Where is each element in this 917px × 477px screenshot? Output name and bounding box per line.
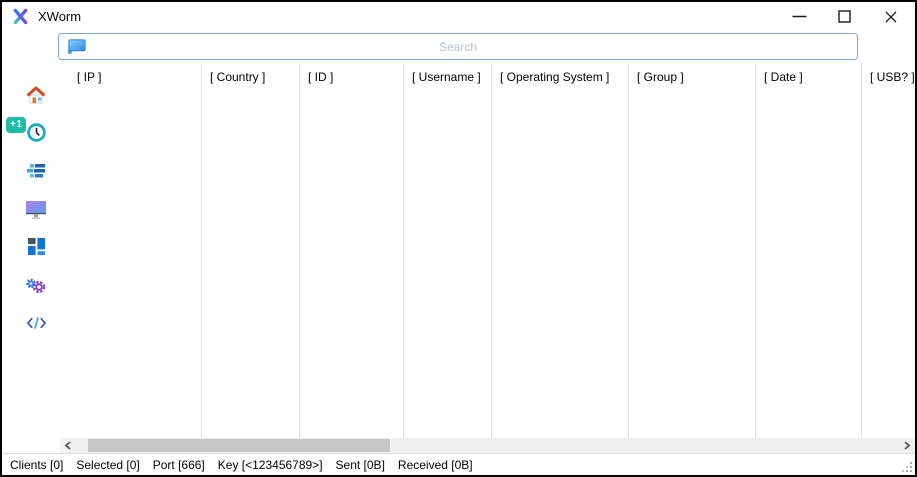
minimize-button[interactable]	[777, 2, 822, 31]
chevron-left-icon	[64, 441, 72, 450]
sidebar-item-tasks[interactable]	[24, 160, 48, 181]
sidebar-item-home[interactable]	[24, 84, 48, 105]
close-button[interactable]	[867, 2, 915, 31]
sidebar-item-recent[interactable]: +1	[24, 122, 48, 143]
search-box	[58, 33, 858, 60]
scroll-left-button[interactable]	[60, 438, 76, 453]
column-header-os[interactable]: [ Operating System ]	[492, 70, 628, 84]
scrollbar-track[interactable]	[76, 438, 899, 453]
column-header-username[interactable]: [ Username ]	[404, 70, 491, 84]
search-input[interactable]	[59, 34, 857, 59]
search-row	[2, 31, 915, 62]
horizontal-scrollbar[interactable]	[60, 438, 915, 453]
column-os: [ Operating System ]	[492, 62, 629, 438]
status-sent: Sent [0B]	[336, 458, 385, 472]
sidebar-item-code[interactable]	[24, 312, 48, 333]
maximize-button[interactable]	[822, 2, 867, 31]
gears-icon	[25, 275, 47, 295]
clock-icon	[26, 122, 47, 143]
client-table: [ IP ][ Country ][ ID ][ Username ][ Ope…	[60, 62, 915, 453]
close-icon	[884, 10, 898, 24]
notification-badge: +1	[6, 117, 26, 133]
column-group: [ Group ]	[629, 62, 756, 438]
status-clients: Clients [0]	[10, 458, 63, 472]
statusbar: Clients [0] Selected [0] Port [666] Key [<1…	[2, 453, 915, 475]
code-icon	[26, 316, 47, 330]
column-header-group[interactable]: [ Group ]	[629, 70, 755, 84]
column-header-country[interactable]: [ Country ]	[202, 70, 299, 84]
sidebar-item-plugins[interactable]	[24, 274, 48, 295]
home-icon	[25, 85, 47, 105]
window-controls	[777, 2, 915, 31]
sidebar: +1	[2, 62, 60, 453]
resize-grip[interactable]	[900, 460, 913, 473]
tasks-list-icon	[26, 164, 46, 178]
status-port: Port [666]	[153, 458, 205, 472]
scroll-right-button[interactable]	[899, 438, 915, 453]
status-items: Clients [0] Selected [0] Port [666] Key [<1…	[10, 458, 473, 472]
xworm-window: XWorm	[0, 0, 917, 477]
column-id: [ ID ]	[300, 62, 404, 438]
status-key: Key [<123456789>]	[218, 458, 323, 472]
column-usb: [ USB? ]	[862, 62, 915, 438]
sidebar-item-monitor[interactable]	[24, 198, 48, 219]
layout-grid-icon	[27, 237, 46, 256]
column-header-id[interactable]: [ ID ]	[300, 70, 403, 84]
column-header-date[interactable]: [ Date ]	[756, 70, 861, 84]
column-country: [ Country ]	[202, 62, 300, 438]
monitor-icon	[24, 199, 48, 219]
status-received: Received [0B]	[398, 458, 473, 472]
chevron-right-icon	[903, 441, 911, 450]
column-header-usb[interactable]: [ USB? ]	[862, 70, 915, 84]
minimize-icon	[792, 15, 807, 18]
scrollbar-thumb[interactable]	[88, 439, 390, 452]
column-ip: [ IP ]	[60, 62, 202, 438]
app-logo-icon	[12, 8, 29, 25]
main-area: +1	[2, 62, 915, 453]
maximize-icon	[838, 10, 851, 23]
column-username: [ Username ]	[404, 62, 492, 438]
titlebar[interactable]: XWorm	[2, 2, 915, 31]
column-header-ip[interactable]: [ IP ]	[60, 70, 201, 84]
window-title: XWorm	[38, 9, 81, 24]
status-selected: Selected [0]	[76, 458, 139, 472]
column-date: [ Date ]	[756, 62, 862, 438]
client-list-body[interactable]: [ IP ][ Country ][ ID ][ Username ][ Ope…	[60, 62, 915, 438]
sidebar-item-apps[interactable]	[24, 236, 48, 257]
